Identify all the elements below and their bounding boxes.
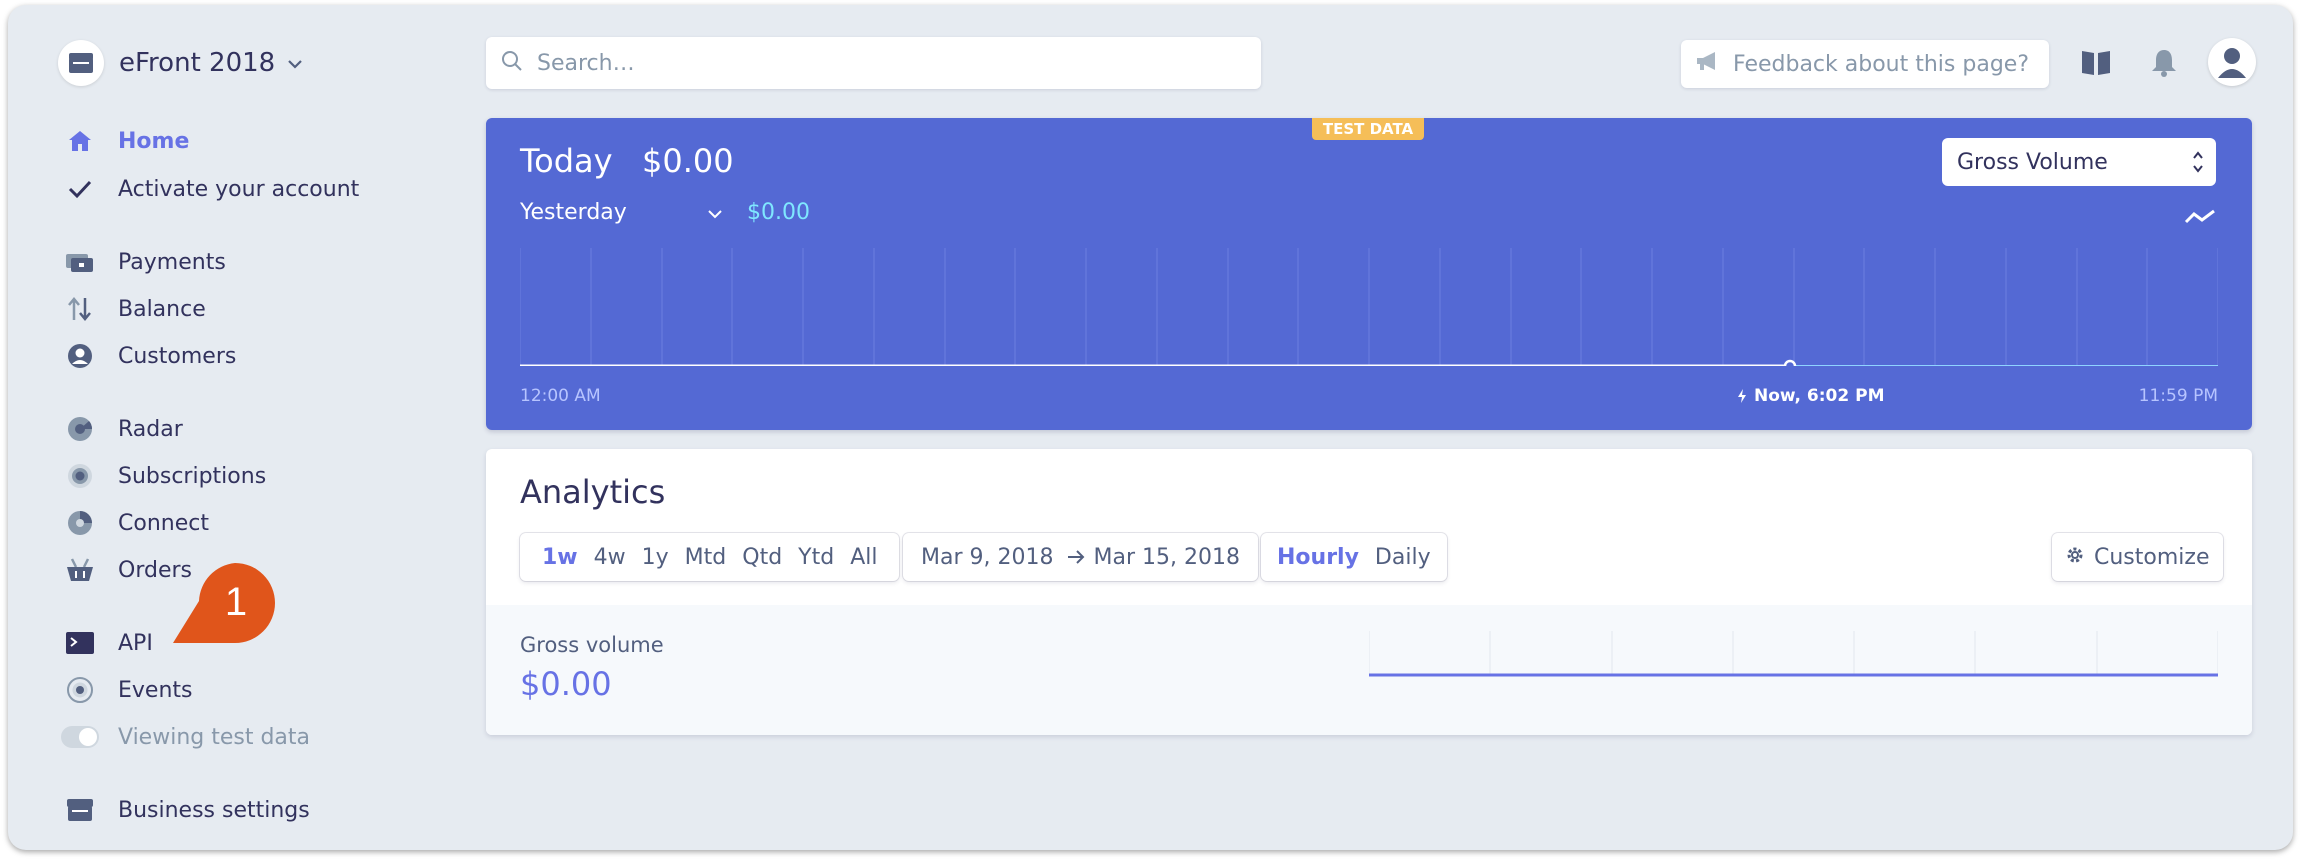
- customize-label: Customize: [2094, 544, 2210, 570]
- toggle-icon[interactable]: [61, 722, 99, 752]
- sidebar-item-balance[interactable]: Balance: [65, 289, 206, 329]
- compare-period-select[interactable]: Yesterday: [520, 200, 627, 225]
- gear-icon: [2066, 545, 2084, 570]
- sidebar-item-api[interactable]: API: [65, 623, 153, 663]
- sidebar-item-label: Connect: [118, 510, 209, 536]
- today-label: Today: [520, 142, 613, 180]
- sidebar-item-connect[interactable]: Connect: [65, 503, 209, 543]
- axis-now-label: Now, 6:02 PM: [1736, 386, 1884, 406]
- mini-chart: [1369, 631, 2218, 677]
- trend-line-icon[interactable]: [2184, 208, 2216, 230]
- chevron-down-icon: [287, 54, 303, 73]
- customers-icon: [65, 341, 95, 371]
- axis-start-label: 12:00 AM: [520, 386, 601, 406]
- analytics-card: Analytics 1w 4w 1y Mtd Qtd Ytd All Mar 9…: [486, 449, 2252, 735]
- sidebar-item-label: Activate your account: [118, 176, 360, 202]
- sidebar-item-subscriptions[interactable]: Subscriptions: [65, 456, 266, 496]
- date-from: Mar 9, 2018: [921, 544, 1054, 570]
- chevron-down-icon[interactable]: [707, 204, 723, 223]
- account-name: eFront 2018: [119, 48, 276, 78]
- range-option-all[interactable]: All: [850, 545, 877, 570]
- sidebar-item-business-settings[interactable]: Business settings: [65, 790, 310, 830]
- payments-icon: [65, 247, 95, 277]
- sidebar-item-label: Radar: [118, 416, 183, 442]
- sidebar-item-radar[interactable]: Radar: [65, 409, 183, 449]
- range-option-ytd[interactable]: Ytd: [798, 545, 834, 570]
- metric-select[interactable]: Gross Volume: [1942, 138, 2216, 186]
- range-option-4w[interactable]: 4w: [594, 545, 626, 570]
- orders-icon: [65, 555, 95, 585]
- today-value: $0.00: [642, 142, 734, 180]
- range-selector[interactable]: 1w 4w 1y Mtd Qtd Ytd All: [520, 533, 900, 581]
- customize-button[interactable]: Customize: [2052, 533, 2224, 581]
- api-icon: [65, 628, 95, 658]
- callout-number: 1: [225, 580, 247, 624]
- check-icon: [65, 174, 95, 204]
- events-icon: [65, 675, 95, 705]
- range-option-1w[interactable]: 1w: [542, 545, 578, 570]
- date-to: Mar 15, 2018: [1093, 544, 1240, 570]
- balance-icon: [65, 294, 95, 324]
- metric-label: Gross volume: [520, 633, 664, 657]
- analytics-title: Analytics: [520, 473, 666, 511]
- sidebar-item-payments[interactable]: Payments: [65, 242, 226, 282]
- sidebar-item-label: Business settings: [118, 797, 310, 823]
- axis-end-label: 11:59 PM: [2138, 386, 2218, 406]
- range-option-1y[interactable]: 1y: [642, 545, 669, 570]
- compare-value: $0.00: [747, 200, 810, 225]
- radar-icon: [65, 414, 95, 444]
- feedback-label: Feedback about this page?: [1733, 51, 2029, 77]
- metric-select-value: Gross Volume: [1957, 149, 2108, 175]
- axis-now-text: Now, 6:02 PM: [1754, 386, 1885, 406]
- feedback-button[interactable]: Feedback about this page?: [1681, 40, 2049, 88]
- sidebar-item-label: Home: [118, 128, 190, 154]
- account-switcher[interactable]: eFront 2018: [58, 38, 303, 88]
- sidebar-item-events[interactable]: Events: [65, 670, 193, 710]
- connect-icon: [65, 508, 95, 538]
- range-option-qtd[interactable]: Qtd: [742, 545, 782, 570]
- sidebar-item-home[interactable]: Home: [65, 121, 189, 161]
- select-arrows-icon: [2192, 149, 2204, 181]
- search-input[interactable]: Search…: [537, 51, 635, 76]
- app-window: eFront 2018 Home Activate your account P…: [8, 5, 2293, 850]
- search-icon: [501, 50, 523, 76]
- home-icon: [65, 126, 95, 156]
- interval-selector[interactable]: Hourly Daily: [1261, 533, 1447, 581]
- test-data-badge: TEST DATA: [1312, 118, 1424, 140]
- date-range-picker[interactable]: Mar 9, 2018 Mar 15, 2018: [903, 533, 1258, 581]
- subscriptions-icon: [65, 461, 95, 491]
- avatar[interactable]: [2208, 38, 2256, 86]
- today-chart-plot: [520, 248, 2218, 366]
- metric-value: $0.00: [520, 665, 612, 703]
- account-logo-icon: [58, 40, 104, 86]
- sidebar-item-label: Events: [118, 677, 193, 703]
- sidebar-item-activate[interactable]: Activate your account: [65, 169, 359, 209]
- bolt-icon: [1738, 389, 1746, 403]
- test-data-toggle[interactable]: Viewing test data: [61, 717, 310, 757]
- interval-option-hourly[interactable]: Hourly: [1277, 545, 1359, 570]
- business-icon: [65, 795, 95, 825]
- step-callout: 1: [173, 563, 279, 643]
- sidebar-item-label: Customers: [118, 343, 237, 369]
- megaphone-icon: [1695, 50, 1721, 78]
- sidebar-item-label: Subscriptions: [118, 463, 267, 489]
- gross-volume-panel[interactable]: Gross volume $0.00: [486, 605, 2252, 735]
- today-chart-card: TEST DATA Today $0.00 Yesterday $0.00 Gr…: [486, 118, 2252, 430]
- interval-option-daily[interactable]: Daily: [1375, 545, 1431, 570]
- search-bar[interactable]: Search…: [486, 37, 1261, 89]
- sidebar-item-label: Viewing test data: [118, 724, 311, 750]
- sidebar-item-label: API: [118, 630, 153, 656]
- sidebar-item-label: Balance: [118, 296, 206, 322]
- sidebar-item-customers[interactable]: Customers: [65, 336, 236, 376]
- bell-icon[interactable]: [2146, 45, 2182, 81]
- arrow-right-icon: [1067, 545, 1085, 570]
- sidebar-item-label: Payments: [118, 249, 226, 275]
- docs-book-icon[interactable]: [2078, 45, 2114, 81]
- range-option-mtd[interactable]: Mtd: [685, 545, 727, 570]
